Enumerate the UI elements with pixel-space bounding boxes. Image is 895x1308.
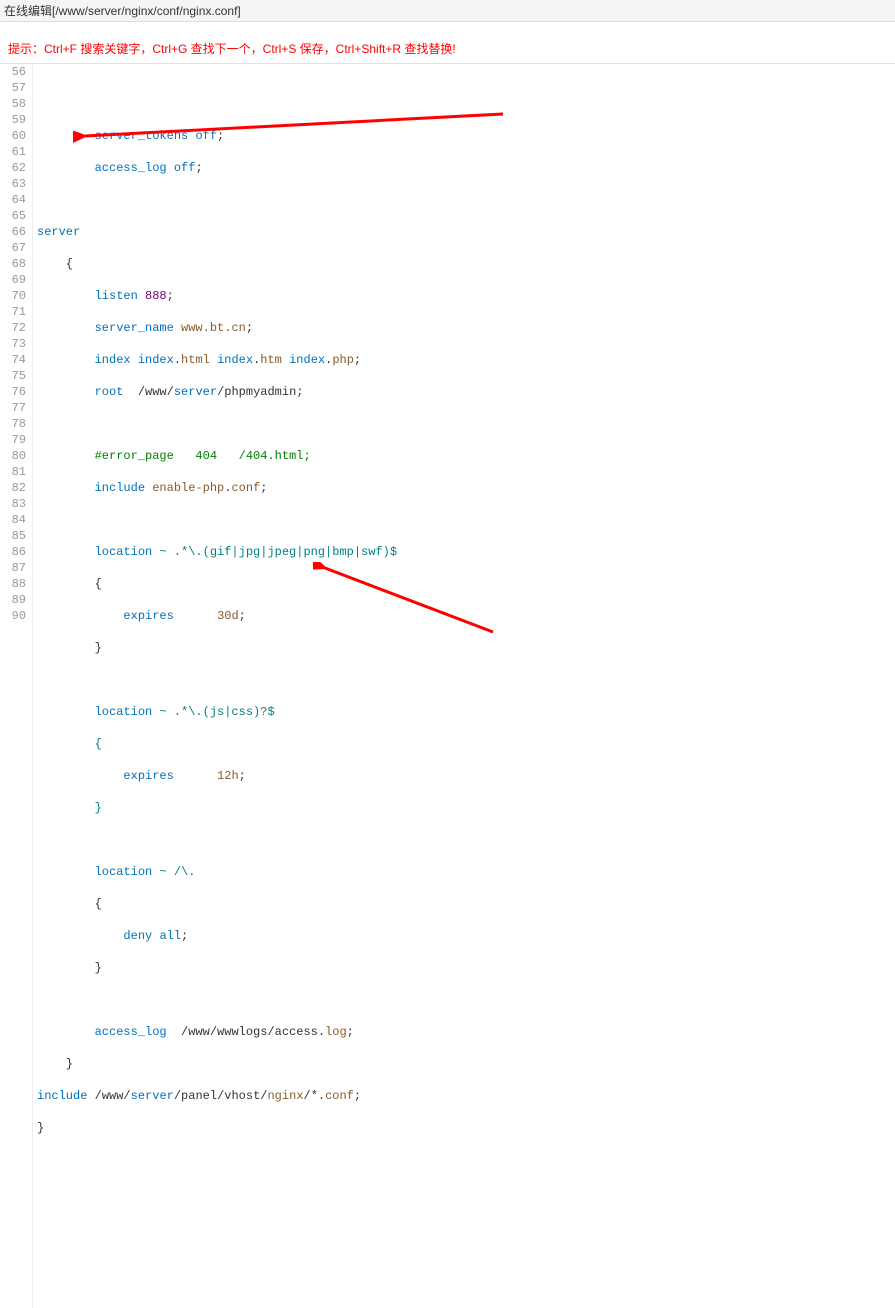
token: deny — [123, 929, 152, 943]
line-number: 61 — [4, 144, 26, 160]
token: expires — [123, 609, 173, 623]
annotation-arrow-2 — [313, 562, 513, 642]
line-number: 59 — [4, 112, 26, 128]
regex: ~ .*\.(js|css)?$ — [159, 705, 274, 719]
line-number: 79 — [4, 432, 26, 448]
token: php — [332, 353, 354, 367]
token: server — [174, 385, 217, 399]
token: html — [181, 353, 210, 367]
token: htm — [260, 353, 282, 367]
line-number: 75 — [4, 368, 26, 384]
line-number: 70 — [4, 288, 26, 304]
tip-text: 提示：Ctrl+F 搜索关键字，Ctrl+G 查找下一个，Ctrl+S 保存，C… — [0, 34, 895, 63]
token: www.bt.cn — [181, 321, 246, 335]
line-number: 68 — [4, 256, 26, 272]
include-keyword: include — [37, 1089, 87, 1103]
token: include — [95, 481, 145, 495]
line-number: 65 — [4, 208, 26, 224]
line-number: 87 — [4, 560, 26, 576]
token: 888 — [145, 289, 167, 303]
regex: ~ .*\.(gif|jpg|jpeg|png|bmp|swf)$ — [159, 545, 397, 559]
token: index — [217, 353, 253, 367]
line-number: 81 — [4, 464, 26, 480]
token: /*. — [304, 1089, 326, 1103]
line-number: 73 — [4, 336, 26, 352]
token: location — [95, 545, 153, 559]
token: access_log — [95, 161, 167, 175]
code-editor[interactable]: 5657585960616263646566676869707172737475… — [0, 63, 895, 1308]
token: /panel/vhost/ — [174, 1089, 268, 1103]
line-number: 82 — [4, 480, 26, 496]
token: 30d — [217, 609, 239, 623]
token: /phpmyadmin — [217, 385, 296, 399]
token: conf — [325, 1089, 354, 1103]
token: index — [95, 353, 131, 367]
token: conf — [231, 481, 260, 495]
line-number: 76 — [4, 384, 26, 400]
token: enable-php — [152, 481, 224, 495]
token: 12h — [217, 769, 239, 783]
line-number: 74 — [4, 352, 26, 368]
line-number: 72 — [4, 320, 26, 336]
token: all — [159, 929, 181, 943]
token: index — [289, 353, 325, 367]
token: index — [138, 353, 174, 367]
line-number: 56 — [4, 64, 26, 80]
token: log — [325, 1025, 347, 1039]
line-number: 89 — [4, 592, 26, 608]
token: expires — [123, 769, 173, 783]
line-number: 77 — [4, 400, 26, 416]
token: location — [95, 865, 153, 879]
line-number: 58 — [4, 96, 26, 112]
token: listen — [95, 289, 138, 303]
line-number: 78 — [4, 416, 26, 432]
line-number: 67 — [4, 240, 26, 256]
regex: ~ /\. — [159, 865, 195, 879]
token: /www/ — [138, 385, 174, 399]
token: location — [95, 705, 153, 719]
line-number: 57 — [4, 80, 26, 96]
token: root — [95, 385, 124, 399]
line-number: 71 — [4, 304, 26, 320]
line-number: 62 — [4, 160, 26, 176]
token: nginx — [267, 1089, 303, 1103]
token: access_log — [95, 1025, 167, 1039]
line-number: 86 — [4, 544, 26, 560]
line-number: 83 — [4, 496, 26, 512]
token: server — [131, 1089, 174, 1103]
token: server_tokens — [95, 129, 189, 143]
code-area[interactable]: server_tokens off; access_log off; serve… — [33, 64, 895, 1308]
line-number: 84 — [4, 512, 26, 528]
line-number: 80 — [4, 448, 26, 464]
token: /www/ — [95, 1089, 131, 1103]
line-number-gutter: 5657585960616263646566676869707172737475… — [0, 64, 33, 1308]
window-title: 在线编辑[/www/server/nginx/conf/nginx.conf] — [0, 0, 895, 22]
line-number: 66 — [4, 224, 26, 240]
line-number: 88 — [4, 576, 26, 592]
token: server_name — [95, 321, 174, 335]
server-keyword: server — [37, 225, 80, 239]
token: off — [195, 129, 217, 143]
line-number: 85 — [4, 528, 26, 544]
token: off — [174, 161, 196, 175]
line-number: 63 — [4, 176, 26, 192]
line-number: 69 — [4, 272, 26, 288]
line-number: 90 — [4, 608, 26, 624]
line-number: 64 — [4, 192, 26, 208]
comment: #error_page 404 /404.html; — [95, 449, 311, 463]
line-number: 60 — [4, 128, 26, 144]
token: /www/wwwlogs/access — [181, 1025, 318, 1039]
